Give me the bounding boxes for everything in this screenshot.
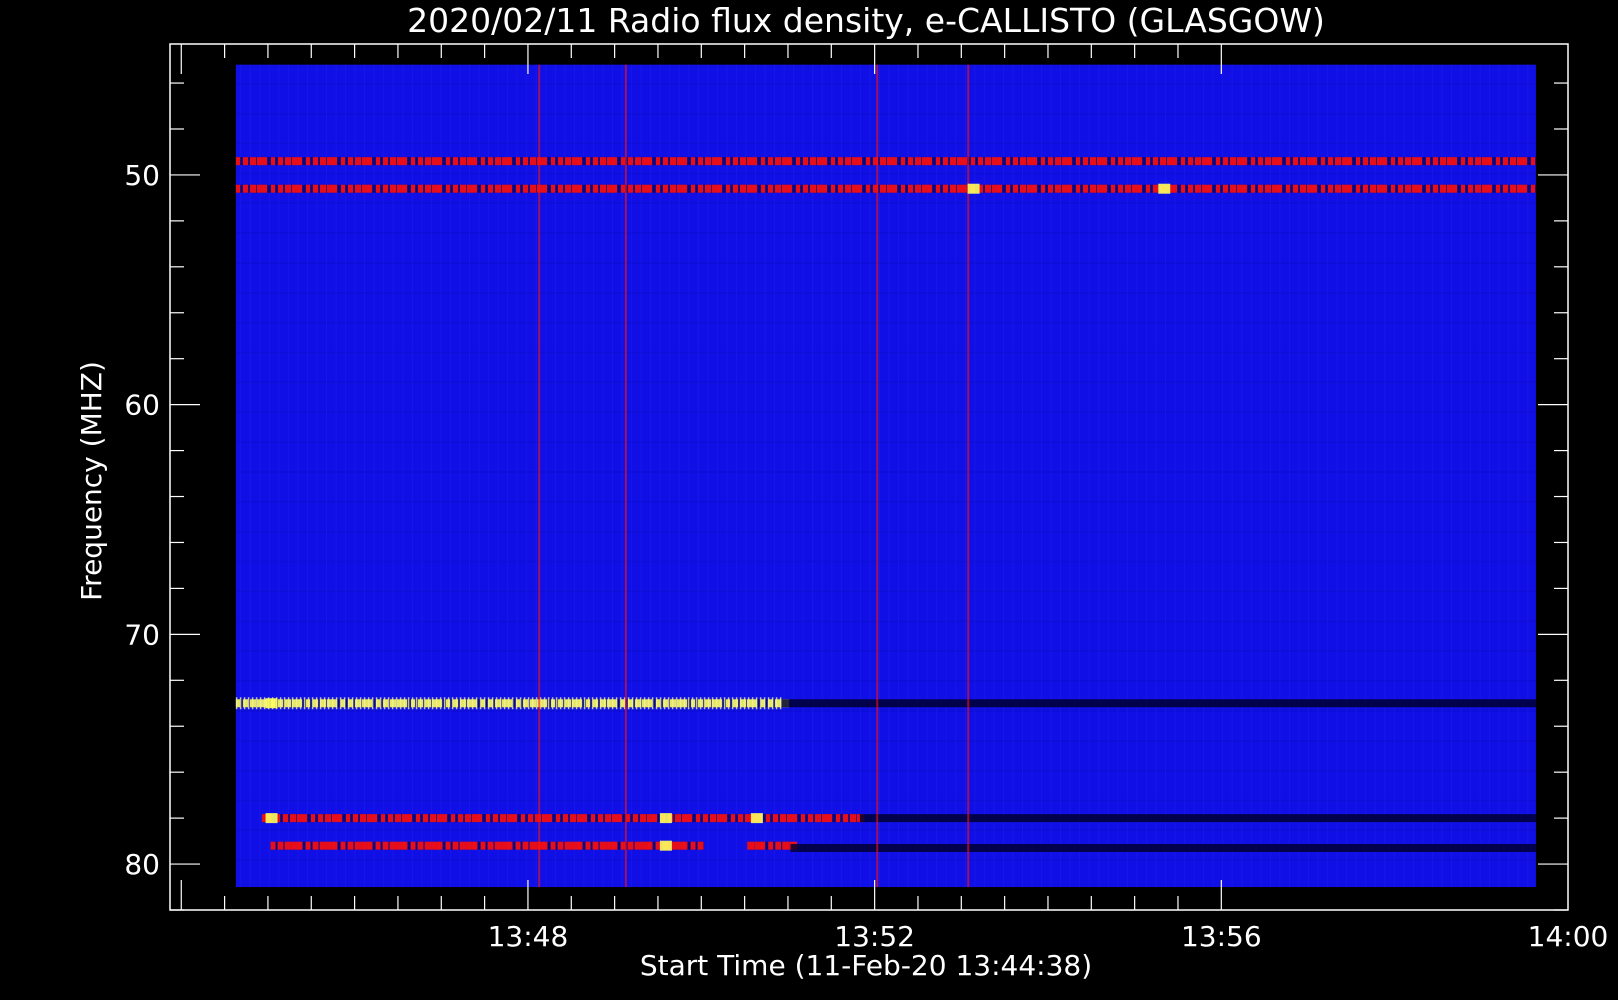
band-5 [859, 814, 1536, 823]
spike-9 [538, 64, 541, 888]
spectrogram-chart: 2020/02/11 Radio flux density, e-CALLIST… [0, 0, 1618, 1000]
spike-10 [624, 64, 627, 888]
spike-11 [876, 64, 879, 888]
band-3 [781, 699, 1536, 708]
hotspot-3 [659, 840, 672, 851]
band-8 [790, 843, 1536, 852]
hotspot-6 [1158, 183, 1171, 194]
y-tick-label-50: 50 [124, 159, 160, 192]
band-6 [270, 841, 704, 850]
y-tick-label-60: 60 [124, 389, 160, 422]
band-7 [747, 841, 798, 850]
band-0 [235, 157, 1536, 166]
hotspot-2 [750, 813, 763, 824]
y-tick-label-80: 80 [124, 848, 160, 881]
x-axis-label: Start Time (11-Feb-20 13:44:38) [640, 949, 1092, 982]
hotspot-5 [967, 183, 980, 194]
x-tick-label-3: 14:00 [1528, 920, 1609, 953]
hotspot-4 [265, 698, 278, 709]
y-axis-label: Frequency (MHZ) [75, 361, 108, 601]
x-tick-label-0: 13:48 [488, 920, 569, 953]
plot-area [235, 64, 1536, 888]
x-tick-label-2: 13:56 [1181, 920, 1262, 953]
hotspot-1 [659, 813, 672, 824]
band-4 [261, 814, 865, 823]
chart-title: 2020/02/11 Radio flux density, e-CALLIST… [407, 1, 1325, 40]
y-tick-label-70: 70 [124, 618, 160, 651]
band-1 [235, 184, 1536, 193]
hotspot-0 [265, 813, 278, 824]
